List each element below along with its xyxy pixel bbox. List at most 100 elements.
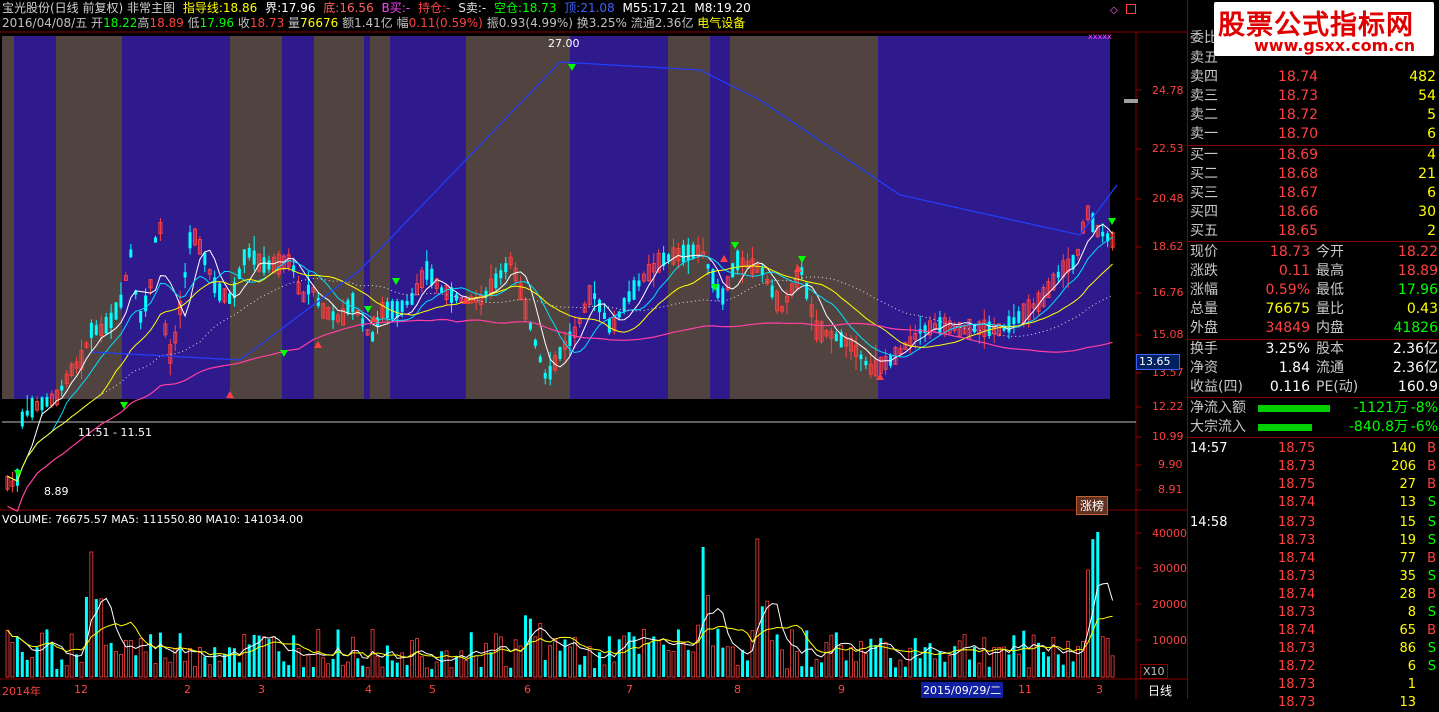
volume-header: VOLUME: 76675.57 MA5: 111550.80 MA10: 14… — [2, 513, 304, 526]
jie-value: 17.96 — [281, 1, 316, 15]
bid-row[interactable]: 买二 18.68 21 — [1188, 165, 1439, 184]
bbuy-value: - — [405, 1, 411, 15]
bid-row[interactable]: 买四 18.66 30 — [1188, 203, 1439, 222]
flow-row: 大宗流入 -840.8万 -6% — [1188, 418, 1439, 437]
volume-bar — [361, 665, 365, 677]
period-selector[interactable]: 日线 — [1148, 682, 1172, 699]
volume-bar — [972, 646, 976, 677]
scroll-handle[interactable] — [1124, 99, 1138, 103]
volume-bar — [513, 639, 518, 678]
volume-bar — [163, 657, 168, 678]
trade-side: S — [1427, 515, 1436, 530]
trade-price: 18.73 — [1278, 533, 1316, 548]
volume-tick: 30000 — [1152, 562, 1187, 575]
trade-price: 18.73 — [1278, 605, 1316, 620]
quote-label: 最低 — [1316, 282, 1344, 298]
window-toggle-icon[interactable] — [1126, 4, 1136, 14]
volume-bar — [908, 647, 913, 678]
volume-bar — [1037, 642, 1041, 677]
volume-bar — [410, 640, 414, 678]
candle — [114, 302, 118, 321]
ask-label: 卖四 — [1190, 69, 1218, 85]
volume-bar — [568, 646, 572, 678]
vol-value: 76676 — [300, 16, 339, 30]
volume-bar — [484, 642, 488, 678]
trade-side: B — [1427, 623, 1436, 638]
trade-side: B — [1427, 587, 1436, 602]
volume-bar — [178, 633, 182, 677]
quote-value: 41826 — [1393, 320, 1438, 336]
candle — [1085, 204, 1090, 223]
trade-price: 18.75 — [1278, 441, 1316, 456]
low-annotation: 8.89 — [44, 485, 69, 498]
volume-bar — [617, 639, 621, 677]
high-annotation: 27.00 — [548, 37, 580, 50]
trade-price: 18.74 — [1278, 587, 1316, 602]
bid-row[interactable]: 买三 18.67 6 — [1188, 184, 1439, 203]
stat-value: 0.116 — [1269, 379, 1310, 395]
quote-value: 0.43 — [1406, 301, 1438, 317]
volume-bar — [622, 635, 627, 678]
hold-label: 持仓: — [417, 1, 447, 15]
volume-bar — [489, 652, 493, 677]
candle — [276, 250, 281, 278]
volume-bar — [454, 657, 458, 677]
volume-bar — [424, 667, 429, 678]
volume-bar — [114, 651, 118, 678]
volume-bar — [632, 636, 636, 677]
time-tick: 12 — [74, 683, 88, 696]
bid-row[interactable]: 买五 18.65 2 — [1188, 222, 1439, 241]
volume-bar — [503, 666, 508, 678]
trade-row: 18.74 65 B — [1188, 622, 1439, 640]
trade-side: S — [1427, 641, 1436, 656]
volume-bar — [918, 658, 922, 677]
time-tick: 9 — [838, 683, 845, 696]
quote-value: 18.73 — [1269, 244, 1310, 260]
stat-row: 收益(四) 0.116 PE(动) 160.9 — [1188, 378, 1439, 397]
quote-label: 最高 — [1316, 263, 1344, 279]
trade-volume: 65 — [1399, 623, 1416, 638]
volume-bar — [138, 638, 143, 678]
trade-price: 18.74 — [1278, 623, 1316, 638]
candle — [222, 288, 227, 304]
quote-panel: 委比 卖五 卖四 18.74 482 卖三 18.73 54 卖二 18.72 5 卖一 18.70 6… — [1187, 0, 1439, 710]
volume-bar — [706, 595, 710, 678]
candle — [819, 320, 824, 345]
trade-volume: 19 — [1399, 533, 1416, 548]
stock-title[interactable]: 宝光股份(日线 前复权) 非常主图 — [2, 1, 175, 15]
bid-row[interactable]: 买一 18.69 4 — [1188, 146, 1439, 165]
jie-label: 界: — [265, 1, 282, 15]
bid-label: 买一 — [1190, 147, 1218, 163]
ask-row[interactable]: 卖四 18.74 482 — [1188, 68, 1439, 87]
m8-label: M8: — [694, 1, 717, 15]
ask-row[interactable]: 卖一 18.70 6 — [1188, 125, 1439, 144]
trade-row: 18.75 27 B — [1188, 476, 1439, 494]
volume-bar — [247, 644, 251, 677]
ask-row[interactable]: 卖二 18.72 5 — [1188, 106, 1439, 125]
volume-bar — [1105, 638, 1110, 678]
candle — [20, 408, 24, 429]
price-tick: 12.22 — [1152, 400, 1184, 413]
volume-bar — [957, 640, 962, 678]
trade-time: 14:57 — [1190, 441, 1228, 456]
volume-bar — [869, 638, 873, 677]
hold-value: - — [446, 1, 451, 15]
time-tick: 11 — [1018, 683, 1032, 696]
bid-price: 18.68 — [1278, 166, 1319, 182]
ranking-button[interactable]: 涨榜 — [1076, 496, 1109, 515]
industry-label[interactable]: 电气设备 — [697, 16, 745, 30]
volume-bar — [765, 600, 770, 678]
bbuy-label: B买: — [381, 1, 406, 15]
diamond-icon[interactable]: ◇ — [1110, 5, 1118, 16]
time-tick: 8 — [734, 683, 741, 696]
volume-bar — [321, 657, 326, 678]
trade-row: 18.74 28 B — [1188, 586, 1439, 604]
volume-bar — [839, 644, 844, 678]
ask-row[interactable]: 卖三 18.73 54 — [1188, 87, 1439, 106]
quote-value: 18.22 — [1397, 244, 1438, 260]
volume-bar — [104, 644, 109, 678]
trade-price: 18.73 — [1278, 569, 1316, 584]
kline-chart[interactable]: xxxxx — [0, 0, 1187, 699]
price-tick: 22.53 — [1152, 142, 1184, 155]
volume-bar — [440, 651, 444, 677]
